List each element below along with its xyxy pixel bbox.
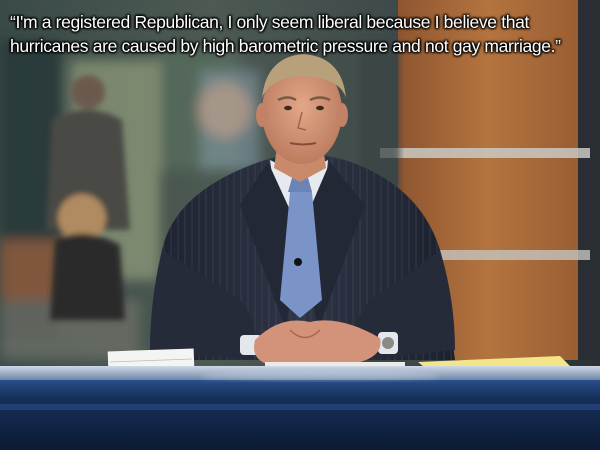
wristwatch: [382, 337, 394, 349]
quote-line-2: hurricanes are caused by high barometric…: [10, 36, 561, 56]
metal-rail-top: [380, 148, 590, 158]
quote-line-1: “I'm a registered Republican, I only see…: [10, 12, 529, 32]
newsroom-photo: [0, 0, 600, 450]
anchor-desk: [0, 380, 600, 450]
photo-scene: “I'm a registered Republican, I only see…: [0, 0, 600, 450]
quote-caption: “I'm a registered Republican, I only see…: [10, 10, 595, 58]
lapel-mic: [294, 258, 302, 266]
